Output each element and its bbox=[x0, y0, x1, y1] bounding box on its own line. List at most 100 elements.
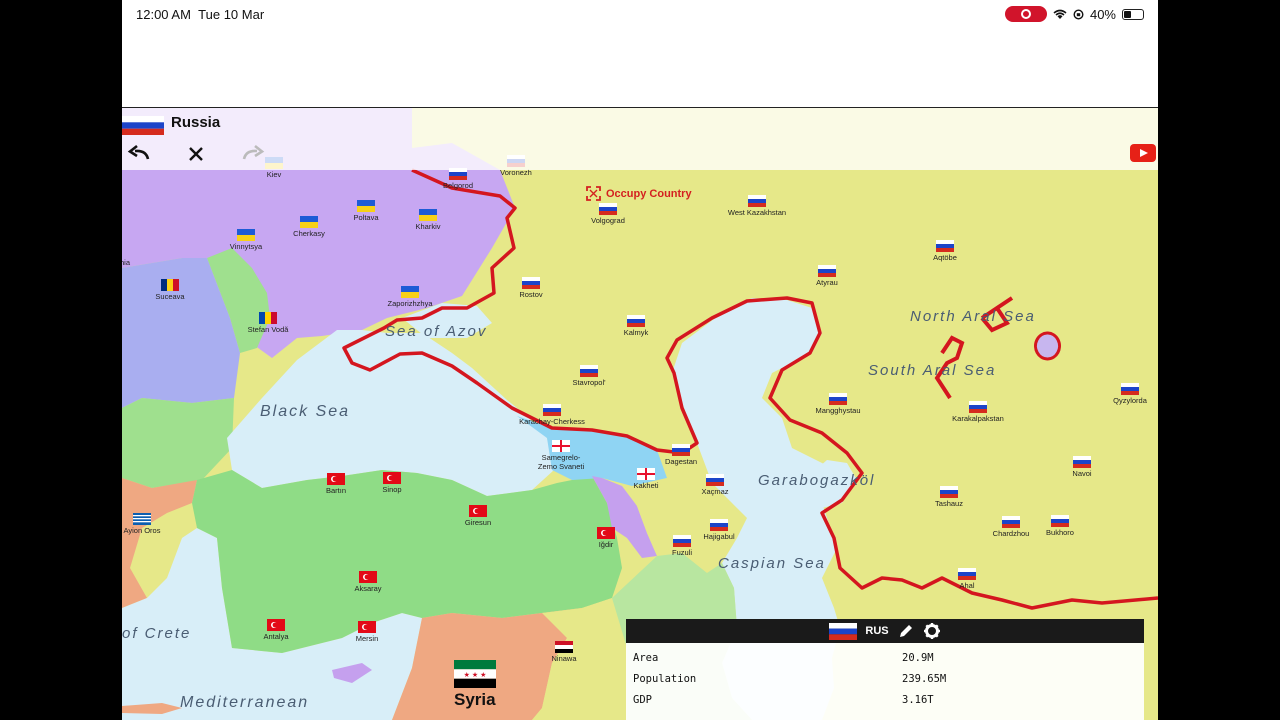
xacmaz-label[interactable]: Xaçmaz bbox=[701, 487, 728, 496]
qyzylorda-label[interactable]: Qyzylorda bbox=[1113, 396, 1147, 405]
fuzuli-label[interactable]: Fuzuli bbox=[672, 548, 692, 557]
info-row-gdp: GDP 3.16T bbox=[633, 693, 934, 706]
north-aral-sea bbox=[1034, 331, 1061, 361]
suceava-flag-icon bbox=[161, 279, 179, 291]
black-sea-label: Black Sea bbox=[260, 403, 351, 420]
igdir-label[interactable]: Iğdir bbox=[599, 540, 614, 549]
country-info-panel: RUS Area 20.9M Population 239.65M GDP 3.16T bbox=[626, 619, 1144, 720]
sea-of-azov-label: Sea of Azov bbox=[385, 323, 488, 340]
aksaray-label[interactable]: Aksaray bbox=[354, 584, 381, 593]
ahal-flag-icon bbox=[958, 568, 976, 580]
country-code: RUS bbox=[865, 625, 889, 637]
north-aral-label: North Aral Sea bbox=[910, 308, 1036, 325]
chardzhou-label[interactable]: Chardzhou bbox=[993, 529, 1030, 538]
karachay-label[interactable]: Karachay-Cherkess bbox=[519, 417, 585, 426]
mangghystau-flag-icon bbox=[829, 393, 847, 405]
mersin-label[interactable]: Mersin bbox=[356, 634, 379, 643]
bukhoro-flag-icon bbox=[1051, 515, 1069, 527]
top-toolbar bbox=[122, 108, 1158, 170]
ahia-label[interactable]: hia bbox=[122, 258, 130, 267]
stefan-voda-label[interactable]: Stefan Vodă bbox=[248, 325, 289, 334]
cherkasy-label[interactable]: Cherkasy bbox=[293, 229, 325, 238]
aylon-oros-label[interactable]: Ayion Oros bbox=[124, 526, 161, 535]
syria-label: Syria bbox=[454, 690, 496, 709]
status-bar: 12:00 AM Tue 10 Mar 40% bbox=[122, 0, 1158, 28]
antalya-label[interactable]: Antalya bbox=[263, 632, 288, 641]
status-indicators: 40% bbox=[1004, 6, 1144, 22]
info-panel-header: RUS bbox=[626, 619, 1144, 643]
kharkiv-label[interactable]: Kharkiv bbox=[415, 222, 440, 231]
south-aral-label: South Aral Sea bbox=[868, 362, 997, 379]
dagestan-label[interactable]: Dagestan bbox=[665, 457, 697, 466]
status-time: 12:00 AM Tue 10 Mar bbox=[136, 7, 265, 22]
close-icon[interactable] bbox=[182, 143, 210, 165]
settings-gear-icon[interactable] bbox=[923, 622, 941, 640]
navoi-label[interactable]: Navoi bbox=[1072, 469, 1091, 478]
info-row-area: Area 20.9M bbox=[633, 651, 934, 664]
kalmyk-label[interactable]: Kalmyk bbox=[624, 328, 649, 337]
russia-flag-small-icon bbox=[829, 622, 858, 640]
bartin-flag-icon bbox=[327, 473, 345, 485]
tashauz-label[interactable]: Tashauz bbox=[935, 499, 963, 508]
aqtobe-label[interactable]: Aqtöbe bbox=[933, 253, 957, 262]
crete-label: of Crete bbox=[122, 625, 192, 642]
cherkasy-flag-icon bbox=[300, 216, 318, 228]
orientation-lock-icon bbox=[1073, 8, 1084, 20]
west-kaz-label[interactable]: West Kazakhstan bbox=[728, 208, 786, 217]
poltava-label[interactable]: Poltava bbox=[353, 213, 378, 222]
app-frame: 12:00 AM Tue 10 Mar 40% Sea of Azov Blac… bbox=[122, 0, 1158, 720]
mersin-flag-icon bbox=[358, 621, 376, 633]
sinop-label[interactable]: Sinop bbox=[382, 485, 401, 494]
tashauz-flag-icon bbox=[940, 486, 958, 498]
stavropol-flag-icon bbox=[580, 365, 598, 377]
screen-record-icon bbox=[1004, 6, 1047, 22]
syria-flag-icon: ★ ★ ★ bbox=[454, 660, 496, 688]
bukhoro-label[interactable]: Bukhoro bbox=[1046, 528, 1074, 537]
rostov-label[interactable]: Rostov bbox=[519, 290, 542, 299]
aylon-oros-flag-icon bbox=[133, 513, 151, 525]
mediterranean-label: Mediterranean bbox=[180, 694, 310, 711]
stavropol-label[interactable]: Stavropol' bbox=[572, 378, 605, 387]
battery-icon bbox=[1122, 8, 1144, 20]
wifi-icon bbox=[1053, 9, 1067, 19]
stefan-voda-flag-icon bbox=[259, 312, 277, 324]
undo-icon[interactable] bbox=[126, 143, 154, 165]
karakalpakstan-label[interactable]: Karakalpakstan bbox=[952, 414, 1004, 423]
kakheti-label[interactable]: Kakheti bbox=[633, 481, 658, 490]
vinnytsya-label[interactable]: Vinnytsya bbox=[230, 242, 262, 251]
samegrelo-label[interactable]: Samegrelo-Zemo Svaneti bbox=[536, 453, 586, 471]
volgograd-label[interactable]: Volgograd bbox=[591, 216, 625, 225]
vinnytsya-flag-icon bbox=[237, 229, 255, 241]
edit-pencil-icon[interactable] bbox=[897, 622, 915, 640]
info-panel-body: Area 20.9M Population 239.65M GDP 3.16T bbox=[626, 643, 1144, 720]
occupy-label: Occupy Country bbox=[606, 187, 692, 200]
karakalpakstan-flag-icon bbox=[969, 401, 987, 413]
occupy-icon bbox=[586, 186, 601, 201]
zaporizhzhya-label[interactable]: Zaporizhzhya bbox=[387, 299, 432, 308]
redo-icon[interactable] bbox=[238, 143, 266, 165]
hajigabul-flag-icon bbox=[710, 519, 728, 531]
samegrelo-flag-icon bbox=[552, 440, 570, 452]
suceava-label[interactable]: Suceava bbox=[155, 292, 184, 301]
qyzylorda-flag-icon bbox=[1121, 383, 1139, 395]
occupy-country-button[interactable]: Occupy Country bbox=[586, 186, 692, 201]
kiev-label[interactable]: Kiev bbox=[267, 170, 282, 179]
mangghystau-label[interactable]: Mangghystau bbox=[815, 406, 860, 415]
xacmaz-flag-icon bbox=[706, 474, 724, 486]
youtube-icon[interactable] bbox=[1130, 144, 1156, 162]
ninawa-label[interactable]: Ninawa bbox=[551, 654, 576, 663]
antalya-flag-icon bbox=[267, 619, 285, 631]
belgorod-label[interactable]: Belgorod bbox=[443, 181, 473, 190]
giresun-flag-icon bbox=[469, 505, 487, 517]
igdir-flag-icon bbox=[597, 527, 615, 539]
kalmyk-flag-icon bbox=[627, 315, 645, 327]
giresun-label[interactable]: Giresun bbox=[465, 518, 491, 527]
zaporizhzhya-flag-icon bbox=[401, 286, 419, 298]
hajigabul-label[interactable]: Hajigabul bbox=[703, 532, 734, 541]
ahal-label[interactable]: Ahal bbox=[959, 581, 974, 590]
caspian-label: Caspian Sea bbox=[718, 555, 826, 572]
rostov-flag-icon bbox=[522, 277, 540, 289]
bartin-label[interactable]: Bartın bbox=[326, 486, 346, 495]
karachay-flag-icon bbox=[543, 404, 561, 416]
atyrau-label[interactable]: Atyrau bbox=[816, 278, 838, 287]
